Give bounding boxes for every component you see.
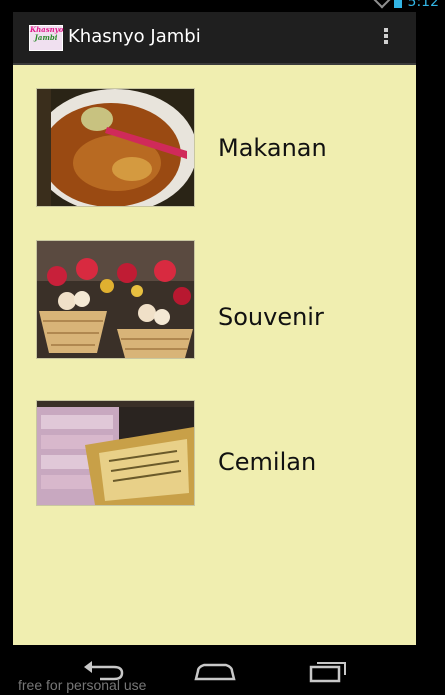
category-label: Makanan: [218, 134, 327, 162]
category-item-souvenir[interactable]: Souvenir: [36, 240, 416, 360]
category-item-makanan[interactable]: Makanan: [36, 87, 416, 207]
watermark-text: free for personal use: [18, 677, 147, 693]
device-frame-left: [0, 12, 13, 645]
app-logo-icon[interactable]: Khasnyo Jambi: [29, 25, 63, 51]
category-label: Souvenir: [218, 303, 324, 331]
status-bar: 5:12: [0, 0, 445, 12]
app-logo-line-2: Jambi: [34, 33, 58, 42]
device-frame-right: [416, 12, 445, 645]
recent-apps-icon[interactable]: [305, 657, 355, 683]
status-time: 5:12: [407, 0, 439, 10]
category-item-cemilan[interactable]: Cemilan: [36, 399, 416, 519]
wifi-icon: [373, 0, 391, 9]
category-list: Makanan Souvenir Cemilan: [13, 65, 416, 645]
souvenir-baskets-photo: [36, 240, 195, 359]
battery-icon: [393, 0, 402, 8]
action-bar: Khasnyo Jambi Khasnyo Jambi: [13, 12, 416, 65]
overflow-menu-icon[interactable]: [382, 26, 390, 50]
home-icon[interactable]: [190, 657, 240, 683]
soup-bowl-photo: [36, 88, 195, 207]
app-title: Khasnyo Jambi: [68, 26, 201, 47]
category-label: Cemilan: [218, 448, 317, 476]
snack-packages-photo: [36, 400, 195, 506]
